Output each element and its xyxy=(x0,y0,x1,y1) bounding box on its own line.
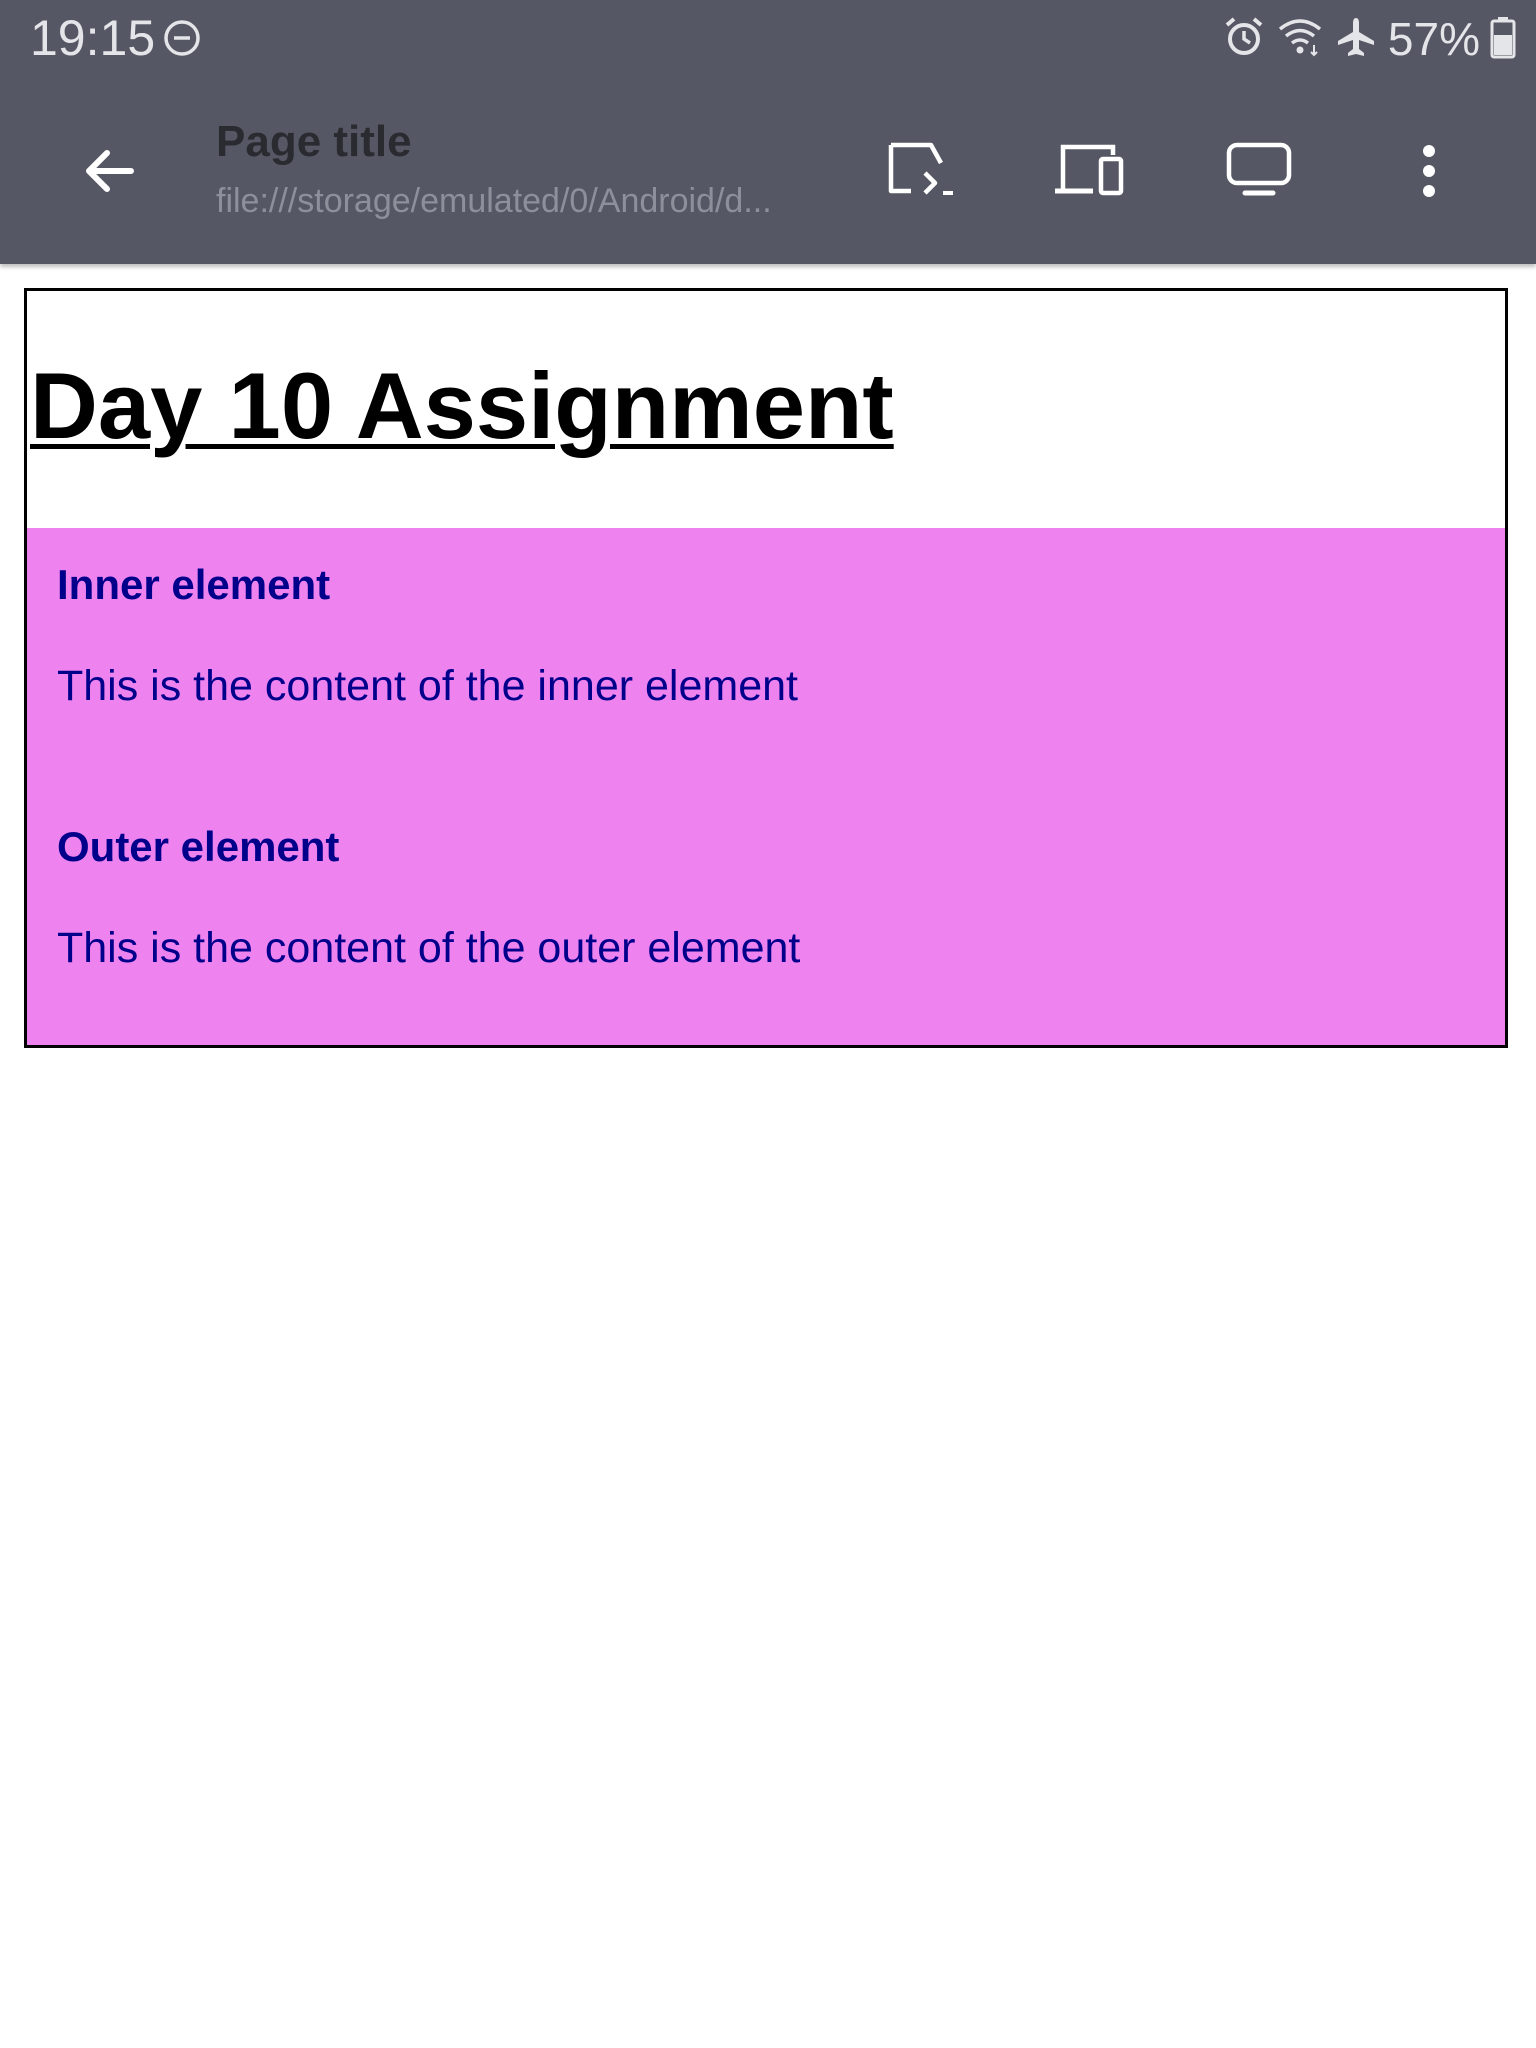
content-panel: Inner element This is the content of the… xyxy=(27,528,1505,1045)
battery-percentage: 57% xyxy=(1387,13,1480,65)
web-content: Day 10 Assignment Inner element This is … xyxy=(24,288,1508,1048)
inner-element-title: Inner element xyxy=(57,561,331,608)
wifi-icon xyxy=(1276,15,1324,64)
airplane-mode-icon xyxy=(1334,15,1378,64)
devices-button[interactable] xyxy=(1048,128,1134,214)
page-title: Page title xyxy=(216,117,412,166)
status-time: 19:15 xyxy=(30,10,156,66)
status-icons: 57% xyxy=(1222,12,1516,66)
cast-button[interactable] xyxy=(880,128,966,214)
monitor-icon xyxy=(1226,142,1292,196)
battery-icon xyxy=(1490,15,1516,64)
back-arrow-icon xyxy=(86,150,134,192)
page-heading: Day 10 Assignment xyxy=(30,353,894,458)
outer-element-title: Outer element xyxy=(57,823,340,870)
monitor-button[interactable] xyxy=(1216,128,1302,214)
outer-element-text: This is the content of the outer element xyxy=(57,924,801,972)
back-button[interactable] xyxy=(68,130,150,212)
status-bar: 19:15 57% xyxy=(0,0,1536,78)
inner-element-text: This is the content of the inner element xyxy=(57,662,798,710)
app-toolbar: Page title file:///storage/emulated/0/An… xyxy=(0,78,1536,264)
more-options-button[interactable] xyxy=(1386,128,1472,214)
more-vert-icon xyxy=(1423,145,1435,197)
do-not-disturb-icon xyxy=(162,18,202,58)
page-url: file:///storage/emulated/0/Android/d... xyxy=(216,182,772,220)
alarm-icon xyxy=(1222,15,1266,64)
cast-icon xyxy=(888,142,953,195)
devices-icon xyxy=(1055,144,1124,196)
